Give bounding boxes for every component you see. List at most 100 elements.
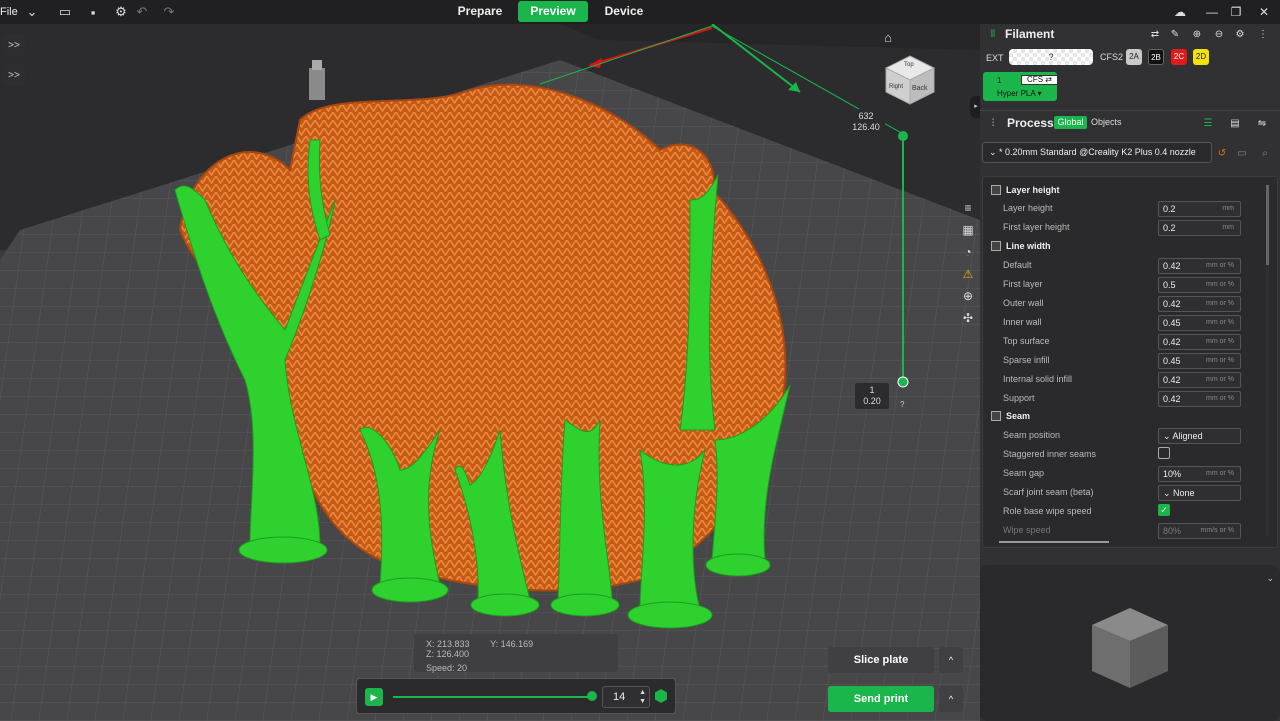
play-icon[interactable]: ▶ <box>365 688 383 706</box>
filament-spool-card[interactable]: 1 CFS ⇄ Hyper PLA ▾ <box>983 72 1058 101</box>
seam-position-select[interactable]: ⌄ Aligned <box>1158 428 1241 444</box>
redo-icon[interactable]: ↷ <box>160 3 178 21</box>
legend-icon[interactable]: ≡ <box>959 199 977 217</box>
layer-bottom-height: 0.20 <box>863 396 881 406</box>
send-options-caret[interactable]: ^ <box>939 686 963 712</box>
expand-left-button[interactable]: >> <box>3 34 25 56</box>
expand-left-button-2[interactable]: >> <box>3 64 25 86</box>
save-preset-icon[interactable]: ▭ <box>1235 146 1249 160</box>
layer-top-number: 632 <box>858 111 874 121</box>
warning-icon[interactable]: ⚠ <box>959 265 977 283</box>
spinner-arrows-icon[interactable]: ▲ ▼ <box>639 688 646 706</box>
line-width-internal-solid-infill-input[interactable]: 0.42 mm or % <box>1158 372 1241 388</box>
line-width-support-input[interactable]: 0.42 mm or % <box>1158 391 1241 407</box>
setting-label: Staggered inner seams <box>1003 449 1097 459</box>
3d-preview-viewport[interactable]: >> >> ⌂ Top Back Right 632 126.40 1 0.20… <box>0 24 980 721</box>
seam-gap-input[interactable]: 10% mm or % <box>1158 466 1241 482</box>
more-icon[interactable]: ⋮ <box>1256 27 1270 41</box>
save-icon[interactable]: ▪ <box>84 3 102 21</box>
ext-label: EXT <box>986 53 1004 63</box>
home-view-icon[interactable]: ⌂ <box>879 28 897 46</box>
brush-icon[interactable]: ✎ <box>1168 27 1182 41</box>
setting-label: Layer height <box>1003 203 1053 213</box>
role-base-wipe-speed-checkbox[interactable]: ✓ <box>1158 504 1170 516</box>
process-preset-select[interactable]: ⌄ * 0.20mm Standard @Creality K2 Plus 0.… <box>982 142 1212 163</box>
advanced-icon[interactable]: ⇋ <box>1255 116 1269 130</box>
settings-view-icon[interactable]: ⊕ <box>959 287 977 305</box>
slider-knob[interactable] <box>587 691 597 701</box>
wipe-speed-input[interactable]: 80% mm/s or % <box>1158 523 1241 539</box>
maximize-icon[interactable]: ❐ <box>1226 2 1246 22</box>
global-toggle[interactable]: Global <box>1054 116 1087 129</box>
reset-icon[interactable]: ↺ <box>1215 146 1229 160</box>
process-settings-list[interactable]: Layer height Layer height 0.2 mm First la… <box>982 176 1278 548</box>
view-type-icon[interactable]: ▦ <box>959 221 977 239</box>
collapse-panel-icon[interactable]: ▸ <box>970 96 980 118</box>
horizontal-layer-slider[interactable] <box>393 696 593 698</box>
line-width-sparse-infill-input[interactable]: 0.45 mm or % <box>1158 353 1241 369</box>
layer-height-input[interactable]: 0.2 mm <box>1158 201 1241 217</box>
cloud-upload-icon[interactable]: ☁ <box>1170 2 1190 22</box>
slot-2c[interactable]: 2C <box>1171 49 1187 65</box>
chevron-down-icon: ⌄ <box>1163 488 1174 498</box>
layer-top-height: 126.40 <box>852 122 880 132</box>
add-icon[interactable]: ⊕ <box>1190 27 1204 41</box>
divider <box>980 110 1280 111</box>
scarf-joint-seam-select[interactable]: ⌄ None <box>1158 485 1241 501</box>
help-marker[interactable]: ? <box>900 400 904 409</box>
spool-number: 1 <box>997 76 1002 85</box>
horizontal-scrollbar[interactable] <box>999 541 1109 543</box>
slot-2b[interactable]: 2B <box>1148 49 1164 65</box>
list-view-icon[interactable]: ☰ <box>1201 116 1215 130</box>
line-width-default-input[interactable]: 0.42 mm or % <box>1158 258 1241 274</box>
tab-preview[interactable]: Preview <box>518 1 588 22</box>
line-width-top-surface-input[interactable]: 0.42 mm or % <box>1158 334 1241 350</box>
setting-label: Default <box>1003 260 1032 270</box>
search-icon[interactable]: ⌕ <box>1258 146 1272 160</box>
slot-2a[interactable]: 2A <box>1126 49 1142 65</box>
slice-plate-button[interactable]: Slice plate <box>828 647 934 673</box>
objects-toggle[interactable]: Objects <box>1091 117 1122 127</box>
collapse-thumbnail-icon[interactable]: ⌄ <box>1266 573 1274 584</box>
layout-icon[interactable]: ✣ <box>959 309 977 327</box>
spool-cfs-badge[interactable]: CFS ⇄ <box>1021 75 1058 85</box>
ext-filament-swatch[interactable]: ? <box>1009 49 1093 65</box>
filament-icon: ⦀ <box>990 28 996 40</box>
chevron-down-icon: ⌄ <box>989 147 1000 157</box>
staggered-inner-seams-checkbox[interactable] <box>1158 447 1170 459</box>
section-line-width: Line width <box>991 239 1051 253</box>
speed-icon[interactable]: ◔ <box>959 243 977 261</box>
slot-2d[interactable]: 2D <box>1193 49 1209 65</box>
first-layer-height-input[interactable]: 0.2 mm <box>1158 220 1241 236</box>
undo-icon[interactable]: ↶ <box>133 3 151 21</box>
cube-face-right: Right <box>889 84 904 90</box>
minimize-icon[interactable]: — <box>1202 2 1222 22</box>
sync-icon[interactable]: ⇄ <box>1148 27 1162 41</box>
tab-device[interactable]: Device <box>590 1 658 22</box>
cube-face-back: Back <box>912 85 928 92</box>
send-print-button[interactable]: Send print <box>828 686 934 712</box>
remove-icon[interactable]: ⊖ <box>1212 27 1226 41</box>
spool-material[interactable]: Hyper PLA ▾ <box>997 89 1041 98</box>
slice-options-caret[interactable]: ^ <box>939 647 963 673</box>
filament-title: Filament <box>1005 27 1055 41</box>
line-width-first-layer-input[interactable]: 0.5 mm or % <box>1158 277 1241 293</box>
chevron-down-icon[interactable]: ⌄ <box>23 3 41 21</box>
file-menu[interactable]: File <box>0 0 18 24</box>
line-width-inner-wall-input[interactable]: 0.45 mm or % <box>1158 315 1241 331</box>
layer-stack-icon[interactable] <box>655 689 667 703</box>
layer-spinner[interactable]: 14 ▲ ▼ <box>602 686 650 708</box>
settings-scrollbar[interactable] <box>1266 185 1269 535</box>
compare-icon[interactable]: ▤ <box>1228 116 1242 130</box>
open-folder-icon[interactable]: ▭ <box>56 3 74 21</box>
close-icon[interactable]: ✕ <box>1254 2 1274 22</box>
input-value: 0.5 <box>1163 280 1176 290</box>
input-value: 0.42 <box>1163 337 1181 347</box>
view-cube[interactable]: Top Back Right <box>884 54 936 106</box>
tab-prepare[interactable]: Prepare <box>446 1 514 22</box>
line-width-outer-wall-input[interactable]: 0.42 mm or % <box>1158 296 1241 312</box>
setting-label: Seam gap <box>1003 468 1045 478</box>
settings-gear-icon[interactable]: ⚙ <box>1233 27 1247 41</box>
input-unit: mm or % <box>1206 376 1234 383</box>
gear-icon[interactable]: ⚙ <box>112 3 130 21</box>
